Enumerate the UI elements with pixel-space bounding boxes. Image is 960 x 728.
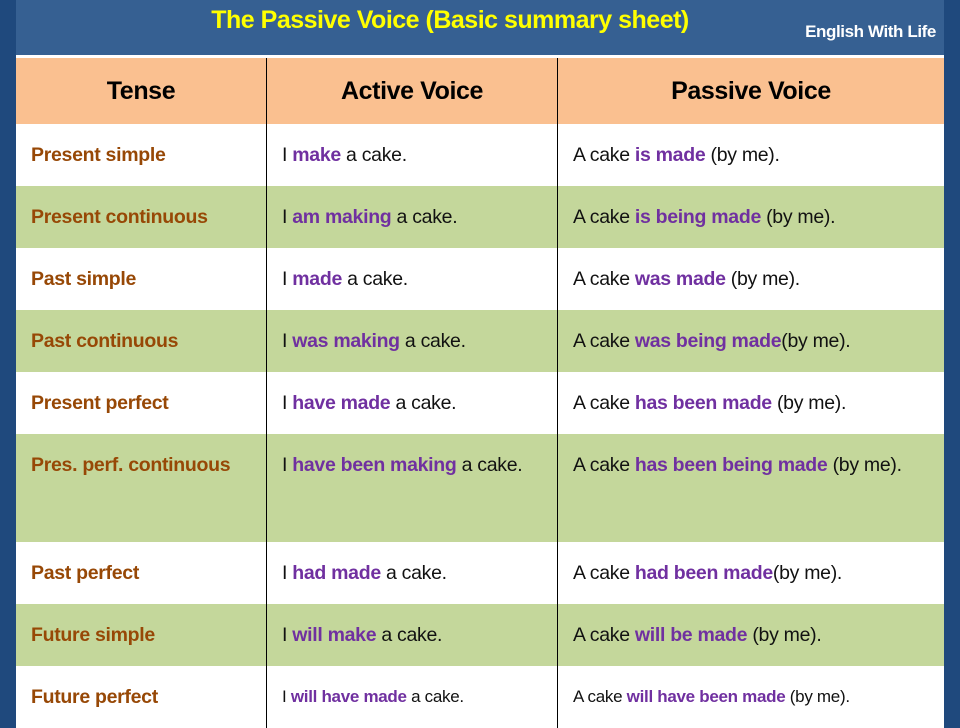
active-post: a cake.	[399, 329, 466, 352]
tense-cell: Present simple	[16, 124, 267, 186]
passive-post: (by me).	[747, 623, 822, 646]
column-header-active: Active Voice	[266, 58, 558, 124]
active-pre: I	[282, 329, 293, 352]
tense-cell: Present perfect	[16, 372, 267, 434]
table-row: Past continuous I was making a cake. A cak…	[16, 310, 944, 372]
passive-pre: A cake	[573, 329, 635, 352]
active-voice-cell: I was making a cake.	[266, 310, 558, 372]
passive-verb: has been made	[634, 391, 772, 414]
table-row: Present continuous I am making a cake. A c…	[16, 186, 944, 248]
passive-pre: A cake	[573, 561, 635, 584]
passive-voice-table: Tense Active Voice Passive Voice Present…	[16, 58, 944, 728]
tense-cell: Present continuous	[16, 186, 267, 248]
passive-post: (by me).	[827, 454, 902, 476]
passive-voice-cell: A cake is being made (by me).	[557, 186, 944, 248]
active-verb: will make	[292, 623, 377, 646]
title-bar: The Passive Voice (Basic summary sheet) …	[16, 0, 944, 58]
active-pre: I	[282, 623, 293, 646]
active-post: a cake.	[342, 267, 408, 290]
active-voice-cell: I will make a cake.	[266, 604, 558, 666]
active-post: a cake.	[456, 454, 523, 476]
brand-label: English With Life	[805, 22, 936, 41]
passive-verb: is being made	[634, 205, 761, 228]
active-voice-cell: I am making a cake.	[266, 186, 558, 248]
passive-pre: A cake	[573, 454, 635, 476]
passive-voice-cell: A cake has been made (by me).	[557, 372, 944, 434]
passive-pre: A cake	[573, 205, 635, 228]
tense-cell: Pres. perf. continuous	[16, 434, 267, 542]
active-verb: had made	[292, 561, 381, 584]
active-pre: I	[282, 143, 293, 166]
passive-verb: had been made	[634, 561, 773, 584]
table-row: Future perfect I will have made a cake. A …	[16, 666, 944, 728]
active-post: a cake.	[406, 687, 464, 706]
tense-cell: Past continuous	[16, 310, 267, 372]
table-row: Past simple I made a cake. A cake was made…	[16, 248, 944, 310]
active-pre: I	[282, 267, 293, 290]
active-voice-cell: I made a cake.	[266, 248, 558, 310]
active-verb: was making	[292, 329, 400, 352]
active-post: a cake.	[391, 205, 458, 228]
passive-pre: A cake	[573, 267, 635, 290]
active-verb: have made	[292, 391, 391, 414]
header-row: Tense Active Voice Passive Voice	[16, 58, 944, 124]
passive-voice-cell: A cake was made (by me).	[557, 248, 944, 310]
passive-post: (by me).	[772, 561, 843, 584]
table-row: Future simple I will make a cake. A cake w…	[16, 604, 944, 666]
passive-voice-cell: A cake is made (by me).	[557, 124, 944, 186]
passive-voice-cell: A cake will be made (by me).	[557, 604, 944, 666]
active-pre: I	[282, 454, 293, 476]
passive-voice-cell: A cake had been made(by me).	[557, 542, 944, 604]
active-voice-cell: I will have made a cake.	[266, 666, 558, 728]
passive-voice-cell: A cake was being made(by me).	[557, 310, 944, 372]
passive-post: (by me).	[771, 391, 847, 414]
active-pre: I	[282, 561, 293, 584]
passive-post: (by me).	[705, 143, 780, 166]
passive-voice-cell: A cake will have been made (by me).	[557, 666, 944, 728]
active-voice-cell: I make a cake.	[266, 124, 558, 186]
passive-verb: was being made	[634, 329, 782, 352]
active-verb: am making	[292, 205, 392, 228]
passive-post: (by me).	[725, 267, 800, 290]
passive-verb: was made	[634, 267, 726, 290]
active-pre: I	[282, 205, 293, 228]
column-header-passive: Passive Voice	[557, 58, 944, 124]
passive-pre: A cake	[573, 623, 635, 646]
column-header-tense: Tense	[16, 58, 267, 124]
active-voice-cell: I have made a cake.	[266, 372, 558, 434]
active-verb: have been making	[292, 454, 457, 476]
active-post: a cake.	[390, 391, 457, 414]
passive-pre: A cake	[573, 143, 635, 166]
passive-verb: will be made	[634, 623, 748, 646]
passive-verb: will have been made	[626, 687, 786, 706]
active-voice-cell: I had made a cake.	[266, 542, 558, 604]
active-post: a cake.	[340, 143, 407, 166]
active-verb: will have made	[290, 687, 407, 706]
tense-cell: Past perfect	[16, 542, 267, 604]
passive-post: (by me).	[761, 205, 836, 228]
passive-pre: A cake	[573, 687, 627, 706]
tense-cell: Future perfect	[16, 666, 267, 728]
passive-verb: has been being made	[634, 454, 828, 476]
table-row: Present perfect I have made a cake. A cake…	[16, 372, 944, 434]
tense-cell: Future simple	[16, 604, 267, 666]
passive-voice-cell: A cake has been being made (by me).	[557, 434, 944, 542]
active-post: a cake.	[380, 561, 447, 584]
active-post: a cake.	[376, 623, 443, 646]
passive-post: (by me).	[781, 329, 851, 352]
active-pre: I	[282, 687, 291, 706]
active-pre: I	[282, 391, 293, 414]
active-voice-cell: I have been making a cake.	[266, 434, 558, 542]
table-row: Past perfect I had made a cake. A cake had…	[16, 542, 944, 604]
active-verb: make	[292, 143, 341, 166]
passive-post: (by me).	[785, 687, 850, 706]
passive-verb: is made	[634, 143, 706, 166]
table-body: Present simple I make a cake. A cake is ma…	[16, 124, 944, 728]
passive-pre: A cake	[573, 391, 635, 414]
active-verb: made	[292, 267, 342, 290]
summary-sheet: The Passive Voice (Basic summary sheet) …	[16, 0, 944, 728]
tense-cell: Past simple	[16, 248, 267, 310]
table-row: Pres. perf. continuous I have been making…	[16, 434, 944, 542]
table-row: Present simple I make a cake. A cake is ma…	[16, 124, 944, 186]
